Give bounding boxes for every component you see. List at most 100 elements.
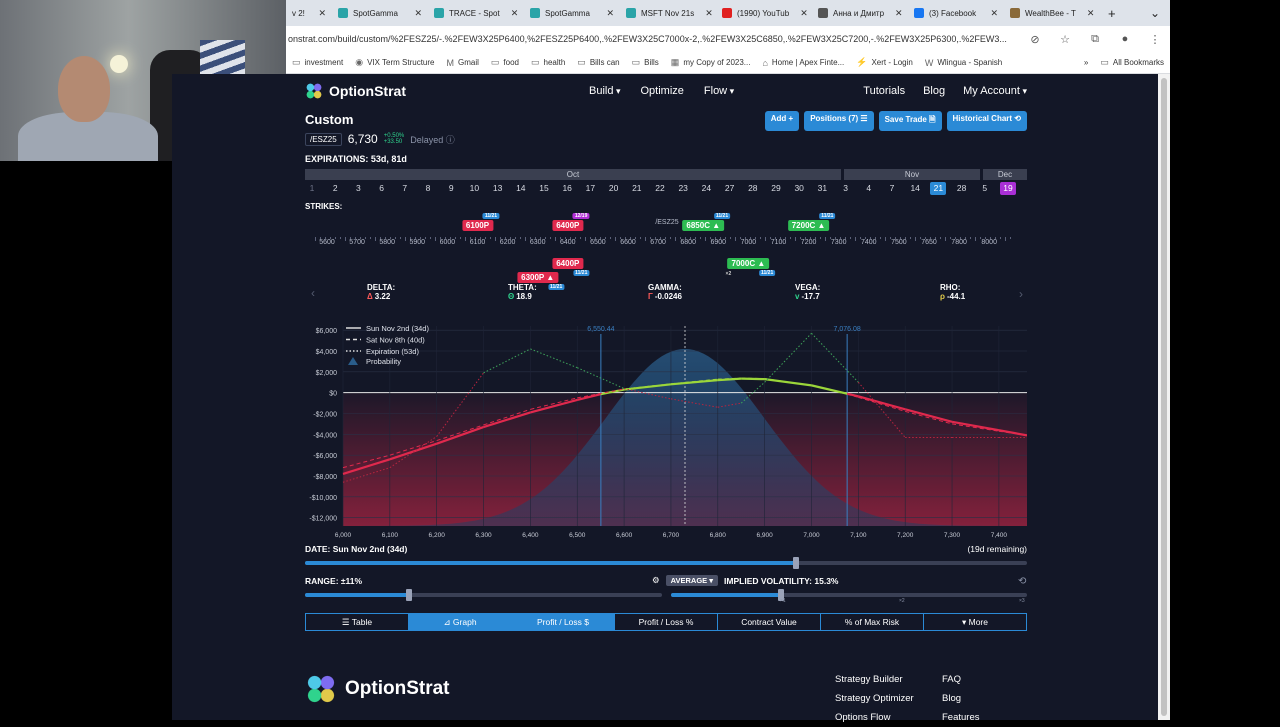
browser-tab[interactable]: MSFT Nov 21s ✕ xyxy=(620,0,716,26)
expiration-day[interactable]: 22 xyxy=(652,182,668,195)
view-tab-more[interactable]: ▾ More xyxy=(924,614,1026,630)
expiration-day[interactable]: 13 xyxy=(490,182,506,195)
footer-link-faq[interactable]: FAQ xyxy=(942,670,980,689)
footer-link-features[interactable]: Features xyxy=(942,708,980,727)
expiration-day[interactable]: 17 xyxy=(582,182,598,195)
extensions-icon[interactable]: ⧉ xyxy=(1080,33,1110,46)
tab-close-icon[interactable]: ✕ xyxy=(699,8,713,19)
strike-leg-7000c[interactable]: 7000C ▲ 11/21 ×2 xyxy=(726,258,776,277)
view-tab-profit-loss[interactable]: Profit / Loss % xyxy=(615,614,718,630)
view-tab-table[interactable]: ☰ Table xyxy=(306,614,409,630)
browser-tab[interactable]: v 2! ✕ xyxy=(286,0,332,26)
tab-close-icon[interactable]: ✕ xyxy=(505,8,519,19)
bookmark-item[interactable]: ⚡ Xert - Login xyxy=(850,57,919,68)
nav-flow[interactable]: Flow xyxy=(704,85,734,97)
browser-tab[interactable]: Анна и Дмитр ✕ xyxy=(812,0,908,26)
expiration-day[interactable]: 10 xyxy=(466,182,482,195)
iv-slider[interactable] xyxy=(671,589,1027,601)
tab-close-icon[interactable]: ✕ xyxy=(794,8,808,19)
page-scrollbar[interactable] xyxy=(1158,74,1170,720)
browser-tab[interactable]: SpotGamma ✕ xyxy=(524,0,620,26)
expiration-day[interactable]: 27 xyxy=(722,182,738,195)
nav-optimize[interactable]: Optimize xyxy=(641,85,684,97)
eye-off-icon[interactable]: ⊘ xyxy=(1020,33,1050,46)
expiration-day[interactable]: 21 xyxy=(930,182,947,195)
bookmark-item[interactable]: W Wlingua - Spanish xyxy=(919,58,1008,68)
view-tab-profit-loss[interactable]: Profit / Loss $ xyxy=(512,614,615,630)
expiration-day[interactable]: 6 xyxy=(374,182,390,195)
expiration-day[interactable]: 9 xyxy=(443,182,459,195)
expiration-day[interactable]: 7 xyxy=(397,182,413,195)
bookmarks-overflow-icon[interactable]: » xyxy=(1078,58,1094,67)
expiration-day[interactable]: 4 xyxy=(861,182,877,195)
add-button[interactable]: Add + xyxy=(764,111,800,131)
view-tab-of-max-risk[interactable]: % of Max Risk xyxy=(821,614,924,630)
browser-tab[interactable]: (1990) YouTub ✕ xyxy=(716,0,812,26)
browser-tab[interactable]: SpotGamma ✕ xyxy=(332,0,428,26)
tab-close-icon[interactable]: ✕ xyxy=(889,8,903,19)
bookmark-item[interactable]: ▭ Bills xyxy=(626,57,665,68)
bookmark-item[interactable]: ▭ Bills can xyxy=(571,57,625,68)
bookmark-item[interactable]: ⌂ Home | Apex Finte... xyxy=(756,58,850,68)
settings-icon[interactable]: ⚙ xyxy=(652,575,660,586)
expiration-day[interactable]: 7 xyxy=(884,182,900,195)
expiration-day[interactable]: 14 xyxy=(907,182,923,195)
reset-icon[interactable]: ⟲ xyxy=(1018,576,1026,587)
strike-leg-7200c[interactable]: 7200C ▲ 11/21 xyxy=(787,213,836,231)
brand-logo[interactable]: OptionStrat xyxy=(305,82,406,100)
bookmark-item[interactable]: ▭ health xyxy=(525,57,571,68)
save-trade-button[interactable]: Save Trade 🗎 xyxy=(878,111,942,131)
strike-leg-6100p[interactable]: 6100P 11/21 xyxy=(461,213,500,231)
tab-search-icon[interactable]: ⌄ xyxy=(1150,6,1170,20)
info-icon[interactable]: ⓘ xyxy=(446,135,455,145)
browser-address-bar[interactable]: onstrat.com/build/custom/%2FESZ25/-.%2FE… xyxy=(286,26,1170,52)
bookmark-item[interactable]: ◉ VIX Term Structure xyxy=(349,57,440,68)
browser-menu-icon[interactable]: ⋮ xyxy=(1140,33,1170,46)
view-tab-contract-value[interactable]: Contract Value xyxy=(718,614,821,630)
profile-icon[interactable]: ● xyxy=(1110,33,1140,45)
tab-close-icon[interactable]: ✕ xyxy=(984,8,998,19)
nav-tutorials[interactable]: Tutorials xyxy=(863,85,905,97)
star-icon[interactable]: ☆ xyxy=(1050,33,1080,46)
expiration-day[interactable]: 21 xyxy=(629,182,645,195)
date-slider-handle[interactable] xyxy=(792,557,799,569)
expiration-day[interactable]: 24 xyxy=(698,182,714,195)
strike-ladder[interactable]: 5600 5700 5800 5900 6000 6100 6200 6300 6400 6500… xyxy=(305,210,1027,300)
symbol-badge[interactable]: /ESZ25 xyxy=(305,132,342,146)
expiration-day[interactable]: 3 xyxy=(838,182,854,195)
expiration-day[interactable]: 8 xyxy=(420,182,436,195)
nav-blog[interactable]: Blog xyxy=(923,85,945,97)
expiration-day[interactable]: 20 xyxy=(606,182,622,195)
footer-link-blog[interactable]: Blog xyxy=(942,689,980,708)
footer-logo[interactable]: OptionStrat xyxy=(305,673,450,705)
footer-link-options-flow[interactable]: Options Flow xyxy=(835,708,914,727)
iv-mode-select[interactable]: AVERAGE ▾ xyxy=(665,575,719,586)
tab-close-icon[interactable]: ✕ xyxy=(600,8,614,19)
nav-my-account[interactable]: My Account xyxy=(963,85,1027,97)
expiration-day[interactable]: 30 xyxy=(791,182,807,195)
view-tab-graph[interactable]: ⊿ Graph xyxy=(409,614,512,630)
expiration-day[interactable]: 16 xyxy=(559,182,575,195)
nav-build[interactable]: Build xyxy=(589,85,621,97)
tab-close-icon[interactable]: ✕ xyxy=(312,8,326,19)
new-tab-icon[interactable]: + xyxy=(1100,6,1124,21)
strike-leg-6400p[interactable]: 6400P 12/19 xyxy=(552,213,590,231)
chart-svg[interactable]: $6,000 $4,000 $2,000 $0 -$2,000 -$4,000 -$6,00… xyxy=(305,322,1027,540)
expiration-day[interactable]: 15 xyxy=(536,182,552,195)
expiration-day[interactable]: 2 xyxy=(327,182,343,195)
expiration-day[interactable]: 28 xyxy=(745,182,761,195)
expiration-day[interactable]: 19 xyxy=(1000,182,1016,195)
footer-link-strategy-optimizer[interactable]: Strategy Optimizer xyxy=(835,689,914,708)
bookmark-item[interactable]: ▭ investment xyxy=(286,57,349,68)
historical-chart-button[interactable]: Historical Chart ⟲ xyxy=(946,111,1027,131)
strike-leg-6400p[interactable]: 6400P 11/21 xyxy=(552,258,590,276)
expiration-day[interactable]: 28 xyxy=(954,182,970,195)
expiration-day[interactable]: 14 xyxy=(513,182,529,195)
pnl-chart[interactable]: $6,000 $4,000 $2,000 $0 -$2,000 -$4,000 -$6,00… xyxy=(305,322,1027,540)
positions-button[interactable]: Positions (7) ☰ xyxy=(804,111,874,131)
footer-link-strategy-builder[interactable]: Strategy Builder xyxy=(835,670,914,689)
expiration-day[interactable]: 23 xyxy=(675,182,691,195)
expiration-day[interactable]: 29 xyxy=(768,182,784,195)
range-slider-handle[interactable] xyxy=(405,589,412,601)
expiration-day[interactable]: 5 xyxy=(977,182,993,195)
